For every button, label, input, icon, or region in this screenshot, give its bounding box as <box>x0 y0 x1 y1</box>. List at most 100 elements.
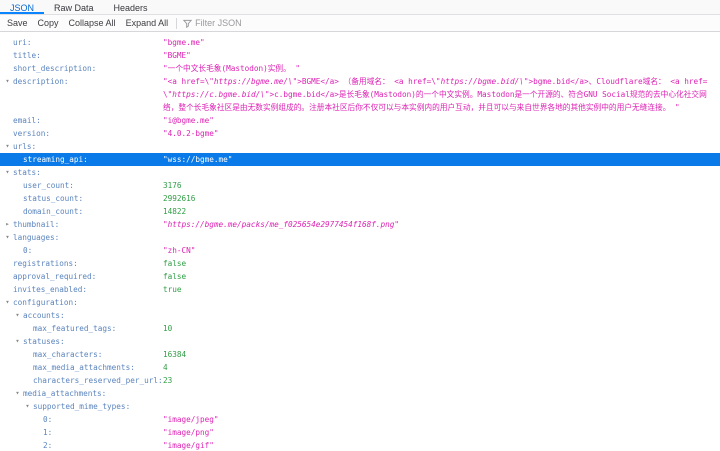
json-value: false <box>163 270 712 283</box>
json-key: user_count: <box>23 179 74 192</box>
json-key: 0: <box>43 413 52 426</box>
json-key: max_characters: <box>33 348 102 361</box>
json-key: status_count: <box>23 192 83 205</box>
collapse-arrow-icon[interactable]: ▾ <box>3 296 12 309</box>
json-key: approval_required: <box>13 270 96 283</box>
json-key: media_attachments: <box>23 387 106 400</box>
json-value: true <box>163 283 712 296</box>
json-key: supported_mime_types: <box>33 400 130 413</box>
json-value: "一个中文长毛象(Mastodon)实例。 " <box>163 62 712 75</box>
collapse-arrow-icon[interactable]: ▾ <box>3 140 12 153</box>
json-row-registrations[interactable]: registrations: false <box>0 257 720 270</box>
json-row-stats[interactable]: ▾stats: <box>0 166 720 179</box>
collapse-arrow-icon[interactable]: ▾ <box>3 75 12 88</box>
json-row-configuration[interactable]: ▾configuration: <box>0 296 720 309</box>
json-row-domain_count[interactable]: domain_count: 14822 <box>0 205 720 218</box>
collapse-arrow-icon[interactable]: ▾ <box>13 309 22 322</box>
json-key: statuses: <box>23 335 65 348</box>
json-toolbar: Save Copy Collapse All Expand All <box>0 15 720 32</box>
json-value: "zh-CN" <box>163 244 712 257</box>
json-value: "4.0.2-bgme" <box>163 127 712 140</box>
json-row-uri[interactable]: uri: "bgme.me" <box>0 36 720 49</box>
json-value: "image/gif" <box>163 439 712 451</box>
json-tree: uri: "bgme.me"title:"BGME"short_descripti… <box>0 32 720 451</box>
json-key: 2: <box>43 439 52 451</box>
json-key: domain_count: <box>23 205 83 218</box>
json-row-0[interactable]: 0: "zh-CN" <box>0 244 720 257</box>
json-row-streaming_api[interactable]: streaming_api:"wss://bgme.me" <box>0 153 720 166</box>
json-key: thumbnail: <box>13 218 59 231</box>
json-value: "i@bgme.me" <box>163 114 712 127</box>
json-row-approval_required[interactable]: approval_required: false <box>0 270 720 283</box>
json-viewer-tabbar: JSON Raw Data Headers <box>0 0 720 15</box>
json-key: urls: <box>13 140 36 153</box>
tab-raw-data[interactable]: Raw Data <box>44 0 104 14</box>
json-row-title[interactable]: title:"BGME" <box>0 49 720 62</box>
json-value: "image/png" <box>163 426 712 439</box>
collapse-arrow-icon[interactable]: ▾ <box>3 231 12 244</box>
json-key: languages: <box>13 231 59 244</box>
json-row-max_featured_tags[interactable]: max_featured_tags: 10 <box>0 322 720 335</box>
copy-button[interactable]: Copy <box>33 15 64 31</box>
json-row-1[interactable]: 1:"image/png" <box>0 426 720 439</box>
json-value: 14822 <box>163 205 712 218</box>
json-row-0[interactable]: 0:"image/jpeg" <box>0 413 720 426</box>
json-value: 3176 <box>163 179 712 192</box>
json-row-accounts[interactable]: ▾accounts: <box>0 309 720 322</box>
json-value: 23 <box>163 374 712 387</box>
expand-all-button[interactable]: Expand All <box>121 15 174 31</box>
json-key: max_media_attachments: <box>33 361 135 374</box>
json-key: short_description: <box>13 62 96 75</box>
filter-funnel-icon <box>183 19 192 28</box>
json-value: "<a href=\"https://bgme.me/\">BGME</a> （… <box>163 75 712 114</box>
json-row-characters_reserved_per_url[interactable]: characters_reserved_per_url:23 <box>0 374 720 387</box>
filter-json-input[interactable] <box>195 18 395 28</box>
json-row-max_characters[interactable]: max_characters: 16384 <box>0 348 720 361</box>
json-value: "bgme.me" <box>163 36 712 49</box>
json-row-short_description[interactable]: short_description: "一个中文长毛象(Mastodon)实例。 … <box>0 62 720 75</box>
filter-area <box>180 18 720 28</box>
json-key: characters_reserved_per_url: <box>33 374 163 387</box>
collapse-arrow-icon[interactable]: ▾ <box>13 335 22 348</box>
tab-headers[interactable]: Headers <box>104 0 158 14</box>
json-row-statuses[interactable]: ▾statuses: <box>0 335 720 348</box>
json-key: accounts: <box>23 309 65 322</box>
json-row-thumbnail[interactable]: ▸thumbnail: "https://bgme.me/packs/me_f02… <box>0 218 720 231</box>
json-row-media_attachments[interactable]: ▾media_attachments: <box>0 387 720 400</box>
json-row-version[interactable]: version:"4.0.2-bgme" <box>0 127 720 140</box>
json-value: 4 <box>163 361 712 374</box>
json-key: title: <box>13 49 41 62</box>
json-value: "wss://bgme.me" <box>163 153 712 166</box>
collapse-arrow-icon[interactable]: ▾ <box>23 400 32 413</box>
json-value: "https://bgme.me/packs/me_f025654e297745… <box>163 218 712 231</box>
json-key: configuration: <box>13 296 78 309</box>
json-value: 10 <box>163 322 712 335</box>
json-row-2[interactable]: 2: "image/gif" <box>0 439 720 451</box>
json-key: uri: <box>13 36 32 49</box>
json-key: registrations: <box>13 257 78 270</box>
tab-json[interactable]: JSON <box>0 0 44 14</box>
json-row-user_count[interactable]: user_count: 3176 <box>0 179 720 192</box>
json-row-description[interactable]: ▾description: "<a href=\"https://bgme.me/… <box>0 75 720 114</box>
json-value: 2992616 <box>163 192 712 205</box>
json-value: false <box>163 257 712 270</box>
json-key: stats: <box>13 166 41 179</box>
json-row-languages[interactable]: ▾languages: <box>0 231 720 244</box>
json-key: max_featured_tags: <box>33 322 116 335</box>
expand-arrow-icon[interactable]: ▸ <box>3 218 12 231</box>
json-key: description: <box>13 75 69 88</box>
toolbar-separator <box>176 18 177 29</box>
json-key: 0: <box>23 244 32 257</box>
json-row-status_count[interactable]: status_count: 2992616 <box>0 192 720 205</box>
json-row-invites_enabled[interactable]: invites_enabled:true <box>0 283 720 296</box>
json-row-urls[interactable]: ▾urls: <box>0 140 720 153</box>
json-row-supported_mime_types[interactable]: ▾supported_mime_types: <box>0 400 720 413</box>
json-key: email: <box>13 114 41 127</box>
json-row-max_media_attachments[interactable]: max_media_attachments: 4 <box>0 361 720 374</box>
collapse-arrow-icon[interactable]: ▾ <box>3 166 12 179</box>
collapse-arrow-icon[interactable]: ▾ <box>13 387 22 400</box>
json-row-email[interactable]: email: "i@bgme.me" <box>0 114 720 127</box>
collapse-all-button[interactable]: Collapse All <box>64 15 121 31</box>
json-value: 16384 <box>163 348 712 361</box>
save-button[interactable]: Save <box>2 15 33 31</box>
